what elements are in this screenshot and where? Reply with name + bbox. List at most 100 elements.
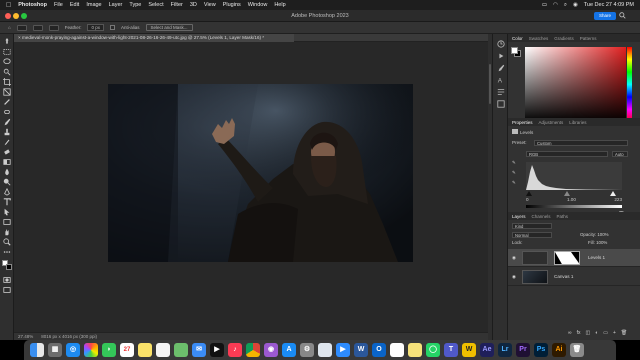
actions-panel-icon[interactable] (497, 52, 505, 60)
preset-dropdown[interactable]: Custom (534, 140, 628, 146)
lightroom-icon[interactable]: Lr (498, 343, 512, 357)
layer-name[interactable]: Levels 1 (588, 255, 605, 260)
tab-gradients[interactable]: Gradients (554, 36, 574, 41)
word-icon[interactable]: W (354, 343, 368, 357)
menu-filter[interactable]: Filter (171, 2, 183, 8)
layer-style-icon[interactable]: fx (577, 330, 581, 336)
tab-paths[interactable]: Paths (557, 214, 569, 219)
fill-value[interactable]: 100% (596, 240, 607, 245)
tab-libraries[interactable]: Libraries (569, 120, 586, 125)
pen-tool-icon[interactable] (3, 187, 11, 196)
more-tools-icon[interactable] (3, 248, 11, 256)
selection-mode-new[interactable] (32, 24, 43, 31)
outlook-icon[interactable]: O (372, 343, 386, 357)
calendar-icon[interactable]: 27 (120, 343, 134, 357)
frame-tool-icon[interactable] (3, 88, 11, 96)
marquee-tool-icon[interactable] (3, 48, 11, 56)
auto-button[interactable]: Auto (612, 151, 628, 157)
type-tool-icon[interactable] (3, 198, 11, 206)
wifi-icon[interactable]: ◠ (553, 2, 558, 8)
opacity-value[interactable]: 100% (597, 232, 608, 237)
background-color-swatch[interactable] (6, 264, 12, 270)
reminders-icon[interactable] (156, 343, 170, 357)
menu-window[interactable]: Window (248, 2, 268, 8)
music-icon[interactable]: ♪ (228, 343, 242, 357)
paragraph-panel-icon[interactable] (497, 88, 505, 96)
dodge-tool-icon[interactable] (3, 178, 11, 186)
add-mask-icon[interactable]: ◫ (585, 330, 590, 336)
new-adjustment-icon[interactable]: ◐ (595, 330, 598, 336)
notes-icon[interactable] (138, 343, 152, 357)
launchpad-icon[interactable]: ▦ (48, 343, 62, 357)
crop-tool-icon[interactable] (3, 78, 11, 86)
quick-selection-tool-icon[interactable] (3, 68, 11, 76)
photos-icon[interactable] (84, 343, 98, 357)
zoom-tool-icon[interactable] (3, 238, 11, 246)
layer-row-canvas[interactable]: ◉ Canvas 1 (508, 268, 640, 286)
lasso-tool-icon[interactable] (3, 58, 11, 66)
menu-3d[interactable]: 3D (190, 2, 197, 8)
tab-adjustments[interactable]: Adjustments (539, 120, 564, 125)
move-tool-icon[interactable] (3, 38, 11, 46)
brushes-panel-icon[interactable] (497, 64, 505, 72)
layer-name[interactable]: Canvas 1 (554, 274, 573, 279)
menu-select[interactable]: Select (148, 2, 163, 8)
menu-edit[interactable]: Edit (70, 2, 79, 8)
zoom-icon[interactable]: ▶ (336, 343, 350, 357)
output-levels-gradient[interactable] (526, 205, 622, 208)
hue-slider[interactable] (627, 47, 632, 122)
tab-channels[interactable]: Channels (532, 214, 551, 219)
selection-mode-add[interactable] (48, 24, 59, 31)
levels-slider-track[interactable] (526, 190, 622, 196)
visibility-eye-icon[interactable]: ◉ (512, 274, 516, 280)
zoom-level[interactable]: 27.48% (18, 334, 33, 339)
blend-mode-dropdown[interactable]: Normal (512, 232, 552, 238)
tab-properties[interactable]: Properties (512, 120, 533, 125)
menu-help[interactable]: Help (274, 2, 285, 8)
search-icon[interactable]: ⌕ (564, 2, 567, 9)
safari-icon[interactable]: ◎ (66, 343, 80, 357)
menu-app-name[interactable]: Photoshop (18, 2, 47, 8)
maps-icon[interactable] (174, 343, 188, 357)
finder-icon[interactable] (30, 343, 44, 357)
preview-icon[interactable] (318, 343, 332, 357)
podcasts-icon[interactable]: ◉ (264, 343, 278, 357)
gradient-tool-icon[interactable] (3, 158, 11, 166)
blur-tool-icon[interactable] (3, 168, 11, 176)
eyedropper-tool-icon[interactable] (3, 98, 11, 106)
tab-layers[interactable]: Layers (512, 214, 526, 219)
color-foreground-swatch[interactable] (511, 47, 518, 54)
character-panel-icon[interactable]: A (497, 76, 505, 84)
tab-patterns[interactable]: Patterns (580, 36, 597, 41)
menu-plugins[interactable]: Plugins (223, 2, 241, 8)
menu-type[interactable]: Type (129, 2, 141, 8)
rectangle-tool-icon[interactable] (3, 218, 11, 226)
clock[interactable]: Tue Dec 27 4:09 PM (584, 2, 634, 8)
link-layers-icon[interactable]: ∞ (568, 330, 572, 336)
layer-row-levels[interactable]: ◉ Levels 1 (508, 249, 640, 267)
antialias-checkbox[interactable] (110, 25, 115, 30)
scrollbar-thumb[interactable] (489, 64, 491, 104)
menu-view[interactable]: View (204, 2, 216, 8)
apple-icon[interactable]:  (6, 2, 11, 9)
screen-mode-icon[interactable] (3, 286, 11, 294)
system-settings-icon[interactable]: ⚙ (300, 343, 314, 357)
battery-icon[interactable]: ▭ (542, 2, 547, 8)
whatsapp-icon[interactable]: ◯ (426, 343, 440, 357)
glyphs-panel-icon[interactable] (497, 100, 505, 108)
eyedropper-gray-icon[interactable]: ✎ (512, 170, 516, 176)
control-center-icon[interactable]: ◉ (573, 2, 578, 8)
feather-input[interactable]: 0 px (87, 24, 104, 31)
search-icon[interactable] (619, 12, 626, 19)
visibility-eye-icon[interactable]: ◉ (512, 255, 516, 261)
slack-icon[interactable] (390, 343, 404, 357)
layer-filter-dropdown[interactable]: Kind (512, 223, 552, 229)
delete-layer-icon[interactable]: 🗑 (621, 330, 627, 336)
menu-layer[interactable]: Layer (109, 2, 123, 8)
clone-stamp-tool-icon[interactable] (3, 128, 11, 136)
canvas-workspace[interactable] (14, 42, 488, 332)
eyedropper-black-icon[interactable]: ✎ (512, 160, 516, 166)
levels-white-input[interactable]: 223 (614, 197, 622, 202)
levels-black-input[interactable]: 0 (526, 197, 529, 202)
mail-icon[interactable]: ✉ (192, 343, 206, 357)
